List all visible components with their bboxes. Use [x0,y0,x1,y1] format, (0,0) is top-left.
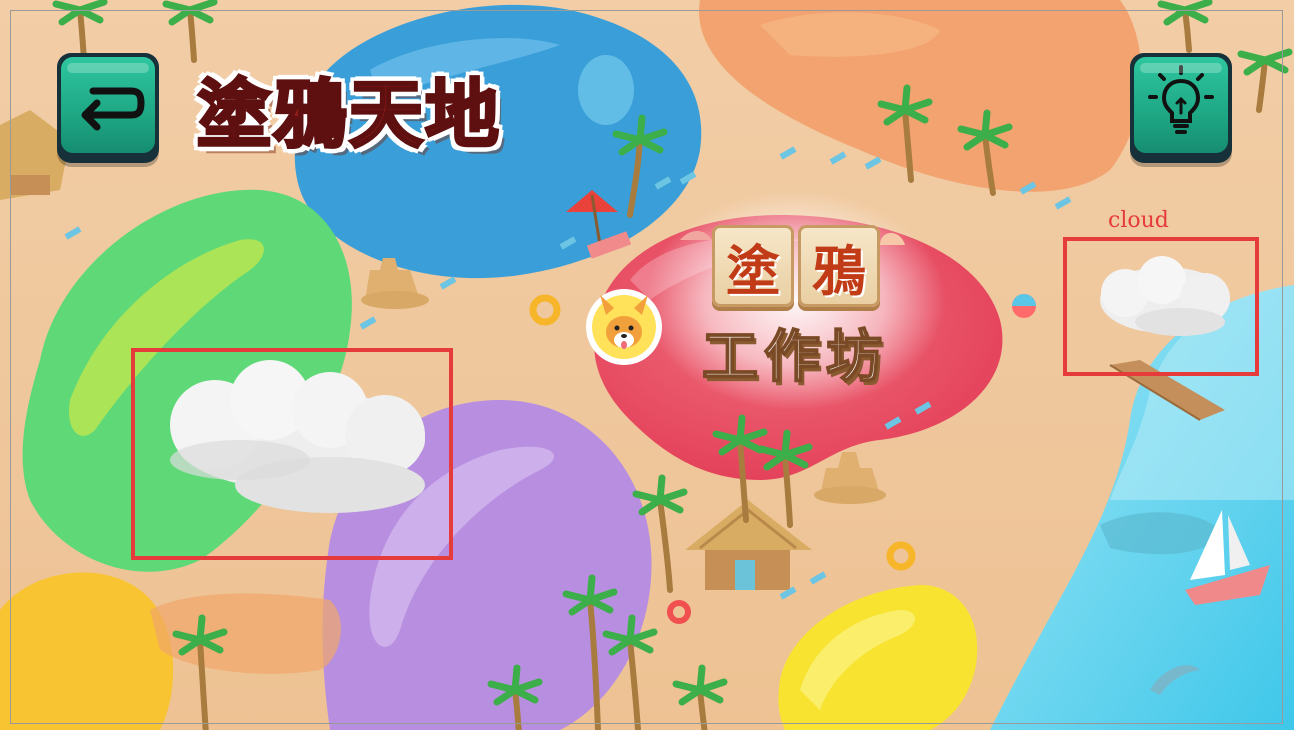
workshop-logo-subtitle[interactable]: 工作坊 [701,312,888,393]
game-scene: 塗鴉天地 塗 鴉 工作坊 cloud [0,0,1294,730]
cloud-annotation-label: cloud [1108,208,1169,233]
yellow-paint-blob [0,572,174,730]
game-title: 塗鴉天地 [196,71,501,160]
corgi-mascot [586,289,662,365]
logo-tile-2: 鴉 [798,225,880,307]
cloud-annotation-box-small [1063,237,1259,376]
lightbulb-icon [1148,65,1214,134]
return-arrow-icon [81,87,145,131]
back-button[interactable] [57,53,159,163]
logo-tile-1: 塗 [712,225,794,307]
cloud-annotation-box-large [131,348,453,560]
hint-button[interactable] [1130,53,1232,163]
workshop-logo-tiles[interactable]: 塗 鴉 [712,225,880,307]
